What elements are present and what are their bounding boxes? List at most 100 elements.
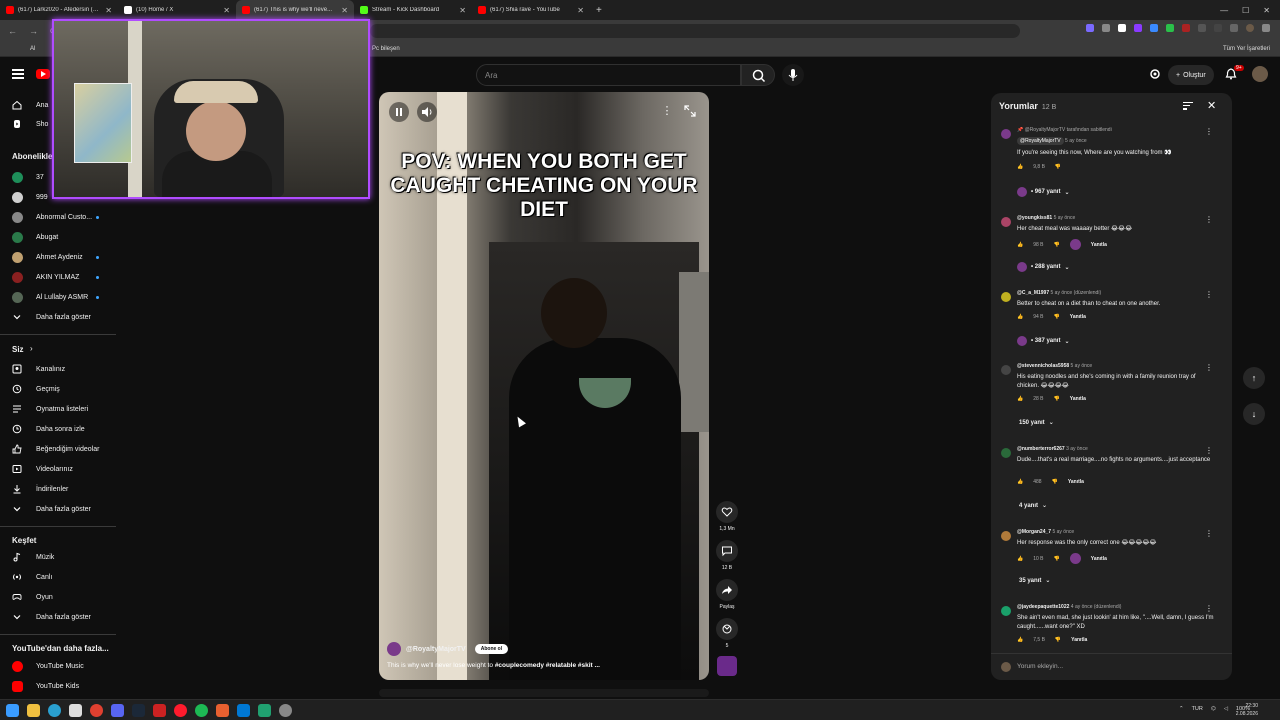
view-replies-button[interactable]: 150 yanıt ⌄ [1019, 419, 1054, 427]
app-icon[interactable] [216, 704, 229, 717]
dislike-icon[interactable]: 👎 [1054, 314, 1060, 320]
extension-icon[interactable] [1166, 24, 1174, 32]
profile-icon[interactable] [1246, 24, 1254, 32]
subscription-channel[interactable]: Abugat [0, 228, 118, 246]
like-button[interactable] [716, 501, 738, 523]
dislike-icon[interactable]: 👎 [1055, 164, 1061, 170]
view-replies-button[interactable]: 35 yanıt ⌄ [1019, 577, 1050, 585]
extension-icon[interactable] [1118, 24, 1126, 32]
like-icon[interactable]: 👍 [1017, 556, 1023, 562]
omnibox[interactable] [370, 24, 1020, 38]
comments-button[interactable] [716, 540, 738, 562]
close-comments-icon[interactable]: ✕ [1207, 99, 1216, 112]
comment-author[interactable]: @jaydeepaquette1022 [1017, 604, 1069, 610]
network-icon[interactable]: ⌬ [1211, 706, 1216, 712]
tray-chevron-up-icon[interactable]: ⌃ [1179, 706, 1184, 712]
browser-menu-icon[interactable] [1262, 24, 1270, 32]
you-show-more[interactable]: Daha fazla göster [0, 500, 118, 518]
dislike-icon[interactable]: 👎 [1054, 556, 1060, 562]
reply-button[interactable]: Yanıtla [1091, 556, 1107, 562]
sidebar-item-history[interactable]: Geçmiş [0, 380, 118, 398]
input-language[interactable]: TUR [1192, 706, 1203, 712]
app-icon[interactable] [258, 704, 271, 717]
more-options-icon[interactable]: ⋮ [661, 104, 673, 120]
hamburger-menu-icon[interactable] [12, 69, 24, 79]
explore-show-more[interactable]: Daha fazla göster [0, 608, 118, 626]
reply-button[interactable]: Yanıtla [1068, 479, 1084, 485]
sidebar-item-live[interactable]: Canlı [0, 568, 118, 586]
close-tab-icon[interactable]: ✕ [223, 6, 230, 15]
chrome-icon[interactable] [90, 704, 103, 717]
sound-thumbnail[interactable] [716, 656, 738, 676]
sidebar-item-liked-videos[interactable]: Beğendiğim videolar [0, 440, 118, 458]
subscribe-button[interactable]: Abone ol [474, 644, 509, 654]
commenter-avatar[interactable] [1001, 365, 1011, 375]
video-description[interactable]: This is why we'll never lose weight to #… [387, 662, 701, 669]
forward-icon[interactable]: → [29, 26, 38, 37]
close-tab-icon[interactable]: ✕ [341, 6, 348, 15]
comment-author[interactable]: @stevennicholas5958 [1017, 363, 1069, 369]
comment-author[interactable]: @RoyaltyMajorTV [1017, 137, 1064, 145]
commenter-avatar[interactable] [1001, 217, 1011, 227]
search-input[interactable]: Ara [476, 64, 741, 86]
comment-menu-icon[interactable]: ⋮ [1205, 446, 1213, 455]
dislike-icon[interactable]: 👎 [1054, 396, 1060, 402]
sidebar-item-watch-later[interactable]: Daha sonra izle [0, 420, 118, 438]
steam-icon[interactable] [132, 704, 145, 717]
dislike-icon[interactable]: 👎 [1052, 479, 1058, 485]
taskbar-clock[interactable]: 22:30 2.08.2026 [1236, 702, 1258, 718]
extension-icon[interactable] [1150, 24, 1158, 32]
extension-icon[interactable] [1134, 24, 1142, 32]
commenter-avatar[interactable] [1001, 292, 1011, 302]
account-avatar[interactable] [1252, 66, 1268, 82]
like-icon[interactable]: 👍 [1017, 314, 1023, 320]
view-replies-button[interactable]: 4 yanıt ⌄ [1019, 502, 1047, 510]
edge-icon[interactable] [48, 704, 61, 717]
search-button[interactable] [741, 64, 775, 86]
subscription-channel[interactable]: Ahmet Aydeniz [0, 248, 118, 266]
subscriptions-heading[interactable]: Abonelikle [12, 152, 52, 161]
comment-menu-icon[interactable]: ⋮ [1205, 215, 1213, 224]
view-replies-button[interactable]: • 387 yanıt ⌄ [1017, 336, 1069, 346]
channel-handle[interactable]: @RoyaltyMajorTV [406, 646, 466, 653]
maximize-icon[interactable]: ☐ [1242, 6, 1249, 15]
extension-icon[interactable] [1086, 24, 1094, 32]
subscriptions-show-more[interactable]: Daha fazla göster [0, 308, 118, 326]
like-icon[interactable]: 👍 [1017, 637, 1023, 643]
like-icon[interactable]: 👍 [1017, 164, 1023, 170]
new-tab-button[interactable]: + [590, 5, 608, 16]
sidebar-item-your-channel[interactable]: Kanalınız [0, 360, 118, 378]
browser-tab[interactable]: Stream - Kick Dashboard ✕ [354, 0, 472, 20]
like-icon[interactable]: 👍 [1017, 396, 1023, 402]
commenter-avatar[interactable] [1001, 531, 1011, 541]
description-hashtags[interactable]: #couplecomedy #relatable #skit ... [495, 662, 600, 669]
create-button[interactable]: + Oluştur [1168, 65, 1214, 85]
app-icon[interactable] [153, 704, 166, 717]
next-video-preview[interactable] [379, 689, 709, 697]
view-replies-button[interactable]: • 288 yanıt ⌄ [1017, 262, 1069, 272]
minimize-icon[interactable]: — [1220, 6, 1228, 15]
sidebar-item-music[interactable]: Müzik [0, 548, 118, 566]
commenter-avatar[interactable] [1001, 129, 1011, 139]
extension-icon[interactable] [1214, 24, 1222, 32]
close-window-icon[interactable]: ✕ [1263, 6, 1270, 15]
sidebar-item-downloads[interactable]: İndirilenler [0, 480, 118, 498]
browser-tab[interactable]: (617) Shia rave - YouTube ✕ [472, 0, 590, 20]
all-bookmarks[interactable]: Tüm Yer İşaretleri [1223, 46, 1270, 52]
browser-tab[interactable]: (10) Home / X ✕ [118, 0, 236, 20]
close-tab-icon[interactable]: ✕ [459, 6, 466, 15]
comment-author[interactable]: @numberterror6267 [1017, 446, 1065, 452]
commenter-avatar[interactable] [1001, 448, 1011, 458]
shorts-video-player[interactable]: POV: WHEN YOU BOTH GET CAUGHT CHEATING O… [379, 92, 709, 680]
volume-button[interactable] [417, 102, 437, 122]
close-tab-icon[interactable]: ✕ [105, 6, 112, 15]
dislike-icon[interactable]: 👎 [1054, 242, 1060, 248]
windows-start-icon[interactable] [6, 704, 19, 717]
voice-search-button[interactable] [782, 64, 804, 86]
youtube-logo[interactable] [36, 69, 50, 79]
vscode-icon[interactable] [237, 704, 250, 717]
back-icon[interactable]: ← [8, 26, 17, 37]
subscription-channel[interactable]: AKIN YILMAZ [0, 268, 118, 286]
browser-tab-active[interactable]: (617) This is why we'll neve... ✕ [236, 0, 354, 20]
extension-icon[interactable] [1198, 24, 1206, 32]
